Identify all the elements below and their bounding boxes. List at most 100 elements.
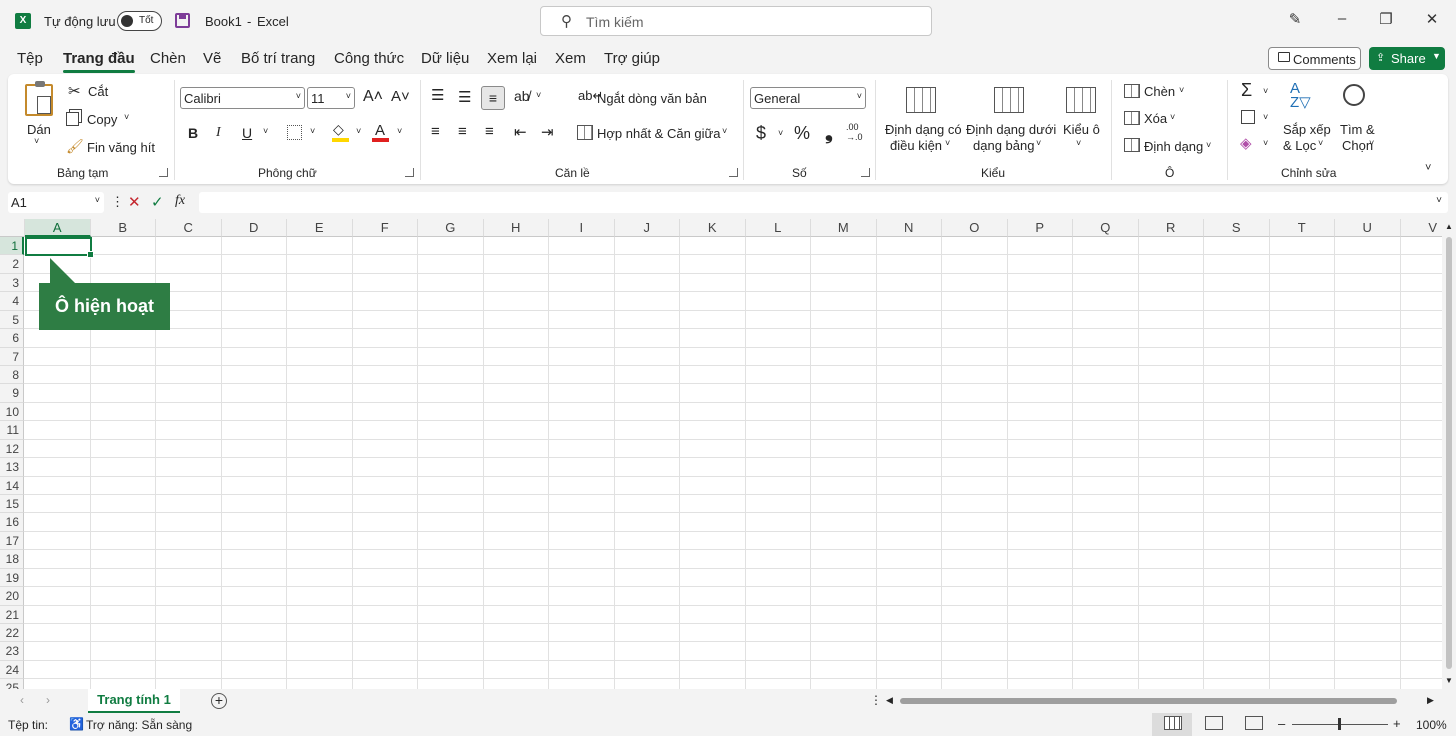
chevron-down-icon[interactable]: ˅: [1076, 138, 1081, 148]
tab-data[interactable]: Dữ liệu: [421, 50, 469, 67]
find-select-line1[interactable]: Tìm &: [1340, 122, 1375, 137]
row-header[interactable]: 1: [0, 237, 24, 256]
vertical-scrollbar[interactable]: ▲ ▼: [1442, 219, 1456, 689]
row-header[interactable]: 3: [0, 273, 24, 293]
bold-button[interactable]: B: [188, 125, 198, 141]
column-header[interactable]: B: [90, 219, 156, 237]
dialog-launcher-icon[interactable]: [729, 168, 738, 177]
format-cells-button[interactable]: Định dạng: [1144, 139, 1203, 154]
row-header[interactable]: 17: [0, 531, 24, 551]
chevron-down-icon[interactable]: ˅: [536, 90, 541, 100]
share-button[interactable]: ⇪ Share ▼: [1369, 47, 1445, 70]
format-as-table-line1[interactable]: Định dạng dưới: [966, 122, 1056, 137]
search-box[interactable]: ⚲ Tìm kiếm: [540, 6, 932, 36]
conditional-formatting-line1[interactable]: Định dạng có: [885, 122, 962, 137]
dialog-launcher-icon[interactable]: [405, 168, 414, 177]
comments-button[interactable]: Comments: [1268, 47, 1361, 70]
save-icon[interactable]: [175, 13, 190, 28]
row-header[interactable]: 16: [0, 513, 24, 532]
zoom-out-icon[interactable]: –: [1278, 716, 1285, 731]
column-header[interactable]: M: [811, 219, 877, 237]
row-header[interactable]: 4: [0, 292, 24, 311]
column-header[interactable]: I: [549, 219, 615, 237]
borders-icon[interactable]: [287, 125, 302, 140]
increase-indent-icon[interactable]: ⇥: [541, 123, 554, 141]
copy-button[interactable]: Copy: [87, 112, 117, 127]
row-header[interactable]: 24: [0, 660, 24, 680]
column-header[interactable]: F: [352, 219, 418, 237]
row-header[interactable]: 18: [0, 550, 24, 569]
paste-button[interactable]: Dán: [27, 122, 51, 137]
row-header[interactable]: 19: [0, 568, 24, 588]
column-header[interactable]: K: [680, 219, 746, 237]
more-options-icon[interactable]: ⋮: [870, 693, 882, 707]
row-header[interactable]: 6: [0, 329, 24, 348]
chevron-down-icon[interactable]: ˅: [310, 126, 315, 136]
clear-icon[interactable]: ◈: [1240, 134, 1252, 152]
conditional-formatting-line2[interactable]: điều kiện: [890, 138, 942, 153]
cut-button[interactable]: Cắt: [88, 84, 108, 99]
column-header[interactable]: U: [1335, 219, 1401, 237]
horizontal-scrollbar[interactable]: ◀ ▶: [884, 695, 1439, 707]
cell-styles-icon[interactable]: [1066, 87, 1096, 113]
underline-button[interactable]: U: [242, 125, 252, 141]
tab-draw[interactable]: Vẽ: [203, 50, 221, 67]
row-header[interactable]: 12: [0, 439, 24, 459]
column-header[interactable]: L: [745, 219, 811, 237]
zoom-slider-thumb[interactable]: [1338, 718, 1341, 730]
tab-formulas[interactable]: Công thức: [334, 50, 404, 67]
chevron-down-icon[interactable]: ˅: [1206, 140, 1211, 150]
row-header[interactable]: 22: [0, 624, 24, 643]
row-header[interactable]: 13: [0, 458, 24, 477]
comma-button[interactable]: ❟: [825, 122, 833, 145]
vertical-scroll-thumb[interactable]: [1446, 237, 1452, 669]
sort-filter-line1[interactable]: Sắp xếp: [1283, 122, 1331, 137]
column-header[interactable]: A: [25, 219, 91, 237]
select-all-corner[interactable]: [0, 219, 25, 237]
minimize-button[interactable]: –: [1332, 10, 1352, 27]
find-select-icon[interactable]: [1343, 84, 1365, 106]
insert-function-button[interactable]: fx: [175, 193, 185, 209]
column-header[interactable]: N: [876, 219, 942, 237]
column-header[interactable]: V: [1400, 219, 1442, 237]
chevron-down-icon[interactable]: ˅: [34, 136, 39, 146]
autosum-icon[interactable]: Σ: [1241, 80, 1252, 101]
restore-button[interactable]: ❐: [1376, 10, 1396, 28]
decimals-button[interactable]: .00: [846, 122, 859, 132]
orientation-icon[interactable]: ab̸: [514, 88, 530, 104]
tab-view[interactable]: Xem: [555, 50, 586, 67]
column-header[interactable]: O: [942, 219, 1008, 237]
format-as-table-line2[interactable]: dạng bảng: [973, 138, 1034, 153]
format-painter-button[interactable]: Fin văng hít: [87, 140, 155, 155]
row-header[interactable]: 7: [0, 347, 24, 366]
italic-button[interactable]: I: [216, 125, 221, 141]
paste-icon[interactable]: [25, 81, 53, 116]
align-left-icon[interactable]: ≡: [431, 123, 440, 140]
row-header[interactable]: 15: [0, 495, 24, 514]
column-header[interactable]: H: [483, 219, 549, 237]
chevron-down-icon[interactable]: ˅: [1263, 86, 1268, 96]
sort-filter-icon[interactable]: A Z▽: [1290, 81, 1311, 110]
column-header[interactable]: S: [1204, 219, 1270, 237]
row-header[interactable]: 9: [0, 384, 24, 403]
chevron-down-icon[interactable]: ˅: [945, 138, 950, 148]
column-header[interactable]: Q: [1073, 219, 1139, 237]
column-header[interactable]: T: [1269, 219, 1335, 237]
tab-page-layout[interactable]: Bố trí trang: [241, 50, 315, 67]
zoom-in-icon[interactable]: +: [1393, 716, 1401, 731]
chevron-down-icon[interactable]: ˅: [263, 126, 268, 136]
copy-icon[interactable]: [66, 112, 79, 126]
sort-filter-line2[interactable]: & Lọc: [1283, 138, 1316, 153]
scroll-right-icon[interactable]: ▶: [1427, 695, 1434, 706]
merge-center-button[interactable]: Hợp nhất & Căn giữa: [597, 126, 720, 141]
page-break-view-icon[interactable]: [1245, 716, 1263, 730]
align-right-icon[interactable]: ≡: [485, 123, 494, 140]
scissors-icon[interactable]: ✂: [68, 82, 81, 100]
dialog-launcher-icon[interactable]: [861, 168, 870, 177]
formula-input[interactable]: ˅: [199, 192, 1448, 213]
conditional-formatting-icon[interactable]: [906, 87, 936, 113]
align-top-icon[interactable]: ☰: [431, 86, 444, 104]
dialog-launcher-icon[interactable]: [159, 168, 168, 177]
scroll-down-icon[interactable]: ▼: [1445, 676, 1453, 685]
format-as-table-icon[interactable]: [994, 87, 1024, 113]
